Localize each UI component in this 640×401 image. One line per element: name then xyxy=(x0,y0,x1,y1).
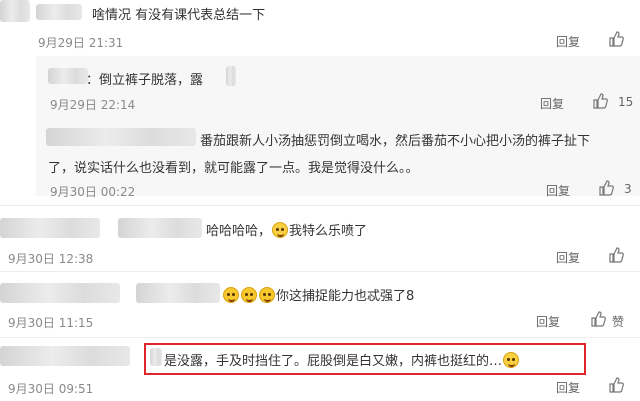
emoji-icon xyxy=(259,287,275,303)
laughing-emoji-icon xyxy=(272,222,289,238)
comment-time: 9月30日 09:51 xyxy=(8,382,94,396)
reply-button[interactable]: 回复 xyxy=(540,95,564,112)
comment-text-a: 哈哈哈哈， xyxy=(206,224,272,239)
username-blurred[interactable] xyxy=(118,218,202,238)
avatar[interactable] xyxy=(0,0,30,22)
comment-text-line1: 番茄跟新人小汤抽惩罚倒立喝水，然后番茄不小心把小汤的裤子扯下 xyxy=(200,134,591,149)
comment-text: 啥情况 有没有课代表总结一下 xyxy=(92,8,266,23)
reply-button[interactable]: 回复 xyxy=(556,33,580,50)
thumbs-up-icon[interactable] xyxy=(608,31,624,47)
comment-time: 9月30日 12:38 xyxy=(8,252,94,266)
comment-text: ：倒立裤子脱落，露 xyxy=(86,73,204,88)
username-blurred[interactable] xyxy=(0,346,130,366)
comment-text-b: 我特么乐喷了 xyxy=(289,224,368,239)
comment-text-main: 你这捕捉能力也忒强了8 xyxy=(276,289,415,304)
emoji-icon xyxy=(223,287,239,303)
thumbs-up-icon[interactable] xyxy=(590,311,606,327)
like-count: 3 xyxy=(624,182,632,196)
username-blurred[interactable] xyxy=(0,283,120,303)
like-label[interactable]: 赞 xyxy=(612,313,624,330)
username-blurred[interactable] xyxy=(0,218,100,238)
comment-time: 9月30日 00:22 xyxy=(50,185,136,199)
thumbs-up-icon[interactable] xyxy=(608,247,624,263)
reply-button[interactable]: 回复 xyxy=(546,182,570,199)
thumbs-up-icon[interactable] xyxy=(592,93,608,109)
divider xyxy=(0,205,640,206)
reply-button[interactable]: 回复 xyxy=(556,249,580,266)
username-blurred[interactable] xyxy=(46,128,196,146)
thumbs-up-icon[interactable] xyxy=(608,377,624,393)
comment-text-main: 是没露，手及时挡住了。屁股倒是白又嫩，内裤也挺红的… xyxy=(164,354,503,369)
divider xyxy=(0,271,640,272)
comment-text: 哈哈哈哈， 我特么乐喷了 xyxy=(206,220,367,239)
comment-text: 你这捕捉能力也忒强了8 xyxy=(222,285,414,304)
like-count: 15 xyxy=(618,95,634,109)
username-blurred[interactable] xyxy=(136,283,220,303)
reply-button[interactable]: 回复 xyxy=(556,379,580,396)
comment-text-line2: 了，说实话什么也没看到，就可能露了一点。我是觉得没什么。。 xyxy=(48,161,419,176)
thumbs-up-icon[interactable] xyxy=(598,180,614,196)
divider xyxy=(0,337,640,338)
emoji-icon xyxy=(241,287,257,303)
comment-text: 是没露，手及时挡住了。屁股倒是白又嫩，内裤也挺红的… xyxy=(164,350,520,369)
reply-button[interactable]: 回复 xyxy=(536,313,560,330)
comment-time: 9月30日 11:15 xyxy=(8,316,94,330)
username-blurred[interactable] xyxy=(36,4,82,20)
redacted-blur xyxy=(226,66,236,86)
comment-time: 9月29日 21:31 xyxy=(38,36,124,50)
comment-time: 9月29日 22:14 xyxy=(50,98,136,112)
laughing-emoji-icon xyxy=(503,352,520,368)
username-blurred[interactable] xyxy=(48,68,88,84)
